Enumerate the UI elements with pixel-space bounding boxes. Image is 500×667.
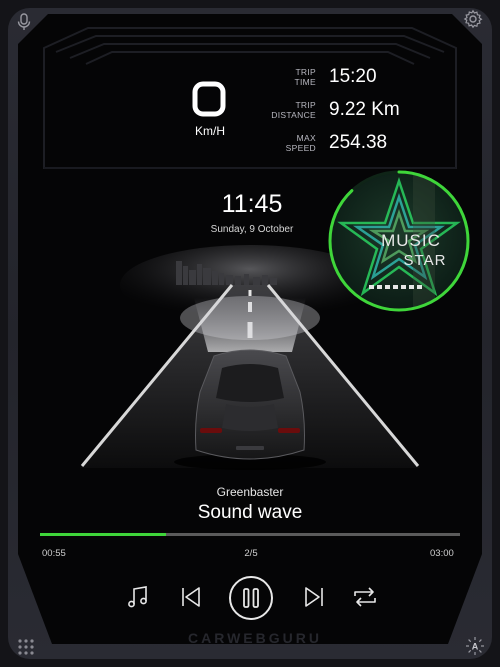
watermark: CARWEBGURU — [188, 630, 322, 646]
track-artist: Greenbaster — [216, 485, 284, 499]
track-title: Sound wave — [197, 502, 303, 523]
total-time: 03:00 — [430, 548, 454, 559]
road-scene — [80, 245, 420, 470]
elapsed-time: 00:55 — [42, 548, 66, 559]
pause-button[interactable] — [228, 575, 274, 621]
playback-progress-fill — [40, 533, 166, 536]
album-progress-ring — [328, 170, 470, 312]
skip-next-icon[interactable] — [302, 585, 326, 609]
playback-progress-bar[interactable] — [40, 533, 460, 536]
skip-previous-icon[interactable] — [179, 585, 203, 609]
repeat-icon[interactable] — [352, 585, 378, 609]
music-note-icon[interactable] — [125, 584, 151, 610]
track-position: 2/5 — [244, 548, 258, 559]
pause-icon — [243, 588, 259, 608]
